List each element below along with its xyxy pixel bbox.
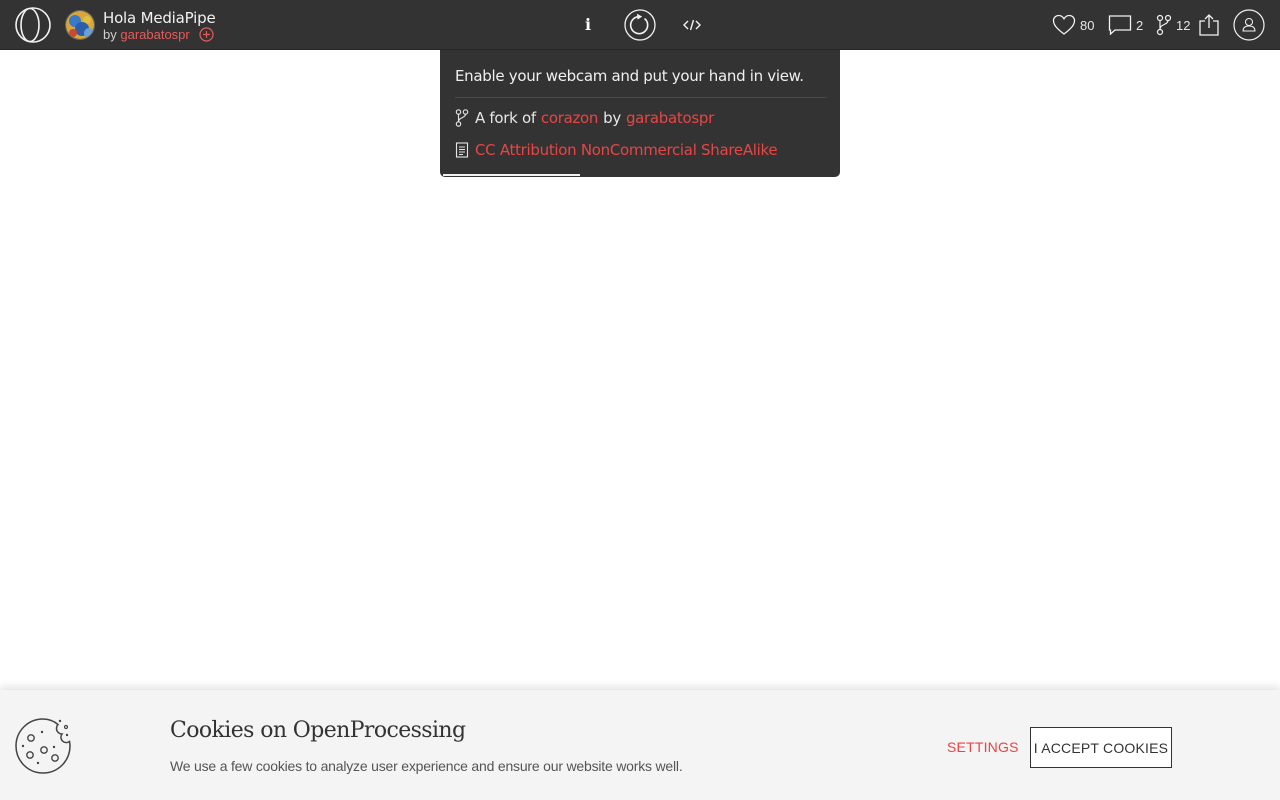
byline-prefix: by	[103, 27, 117, 42]
sketch-description: Enable your webcam and put your hand in …	[455, 67, 804, 85]
info-divider	[455, 97, 826, 98]
author-avatar[interactable]	[65, 10, 95, 40]
openprocessing-logo-icon[interactable]	[14, 7, 52, 43]
sketch-info-panel: Enable your webcam and put your hand in …	[440, 50, 840, 177]
sketch-title: Hola MediaPipe	[103, 9, 216, 27]
author-link[interactable]: garabatospr	[120, 27, 189, 42]
fork-icon	[455, 109, 469, 127]
license-document-icon	[455, 142, 469, 158]
comment-count: 2	[1136, 17, 1144, 33]
accept-cookies-button[interactable]: I ACCEPT COOKIES	[1030, 727, 1172, 768]
fork-count: 12	[1176, 17, 1191, 33]
info-tab-indicator	[443, 174, 580, 176]
heart-icon	[1052, 14, 1076, 35]
like-button[interactable]: 80	[1052, 13, 1094, 37]
restart-icon[interactable]	[624, 9, 656, 41]
fork-by: by	[603, 109, 621, 127]
fork-source-link[interactable]: corazon	[541, 109, 599, 127]
info-button[interactable]: i	[580, 13, 596, 37]
comment-button[interactable]: 2	[1108, 13, 1143, 37]
fork-icon	[1156, 14, 1172, 36]
sketch-title-block: Hola MediaPipe by garabatospr	[103, 9, 216, 43]
cookie-icon	[14, 717, 72, 775]
cookie-title: Cookies on OpenProcessing	[170, 718, 466, 743]
cookie-banner: Cookies on OpenProcessing We use a few c…	[0, 690, 1280, 800]
top-bar: Hola MediaPipe by garabatospr i 80 2 12	[0, 0, 1280, 50]
byline: by garabatospr	[103, 27, 215, 43]
cookie-settings-button[interactable]: SETTINGS	[947, 739, 1019, 755]
fork-info-row: A fork of corazon by garabatospr	[455, 109, 714, 127]
share-icon[interactable]	[1198, 13, 1220, 37]
code-icon[interactable]	[682, 15, 702, 35]
comment-icon	[1108, 15, 1132, 36]
cookie-description: We use a few cookies to analyze user exp…	[170, 758, 683, 774]
license-link[interactable]: CC Attribution NonCommercial ShareAlike	[475, 141, 778, 159]
follow-plus-icon[interactable]	[199, 27, 214, 42]
license-row: CC Attribution NonCommercial ShareAlike	[455, 141, 778, 159]
fork-author-link[interactable]: garabatospr	[626, 109, 714, 127]
fork-prefix: A fork of	[475, 109, 536, 127]
like-count: 80	[1080, 17, 1095, 33]
fork-button[interactable]: 12	[1156, 13, 1190, 37]
user-icon[interactable]	[1233, 9, 1265, 41]
